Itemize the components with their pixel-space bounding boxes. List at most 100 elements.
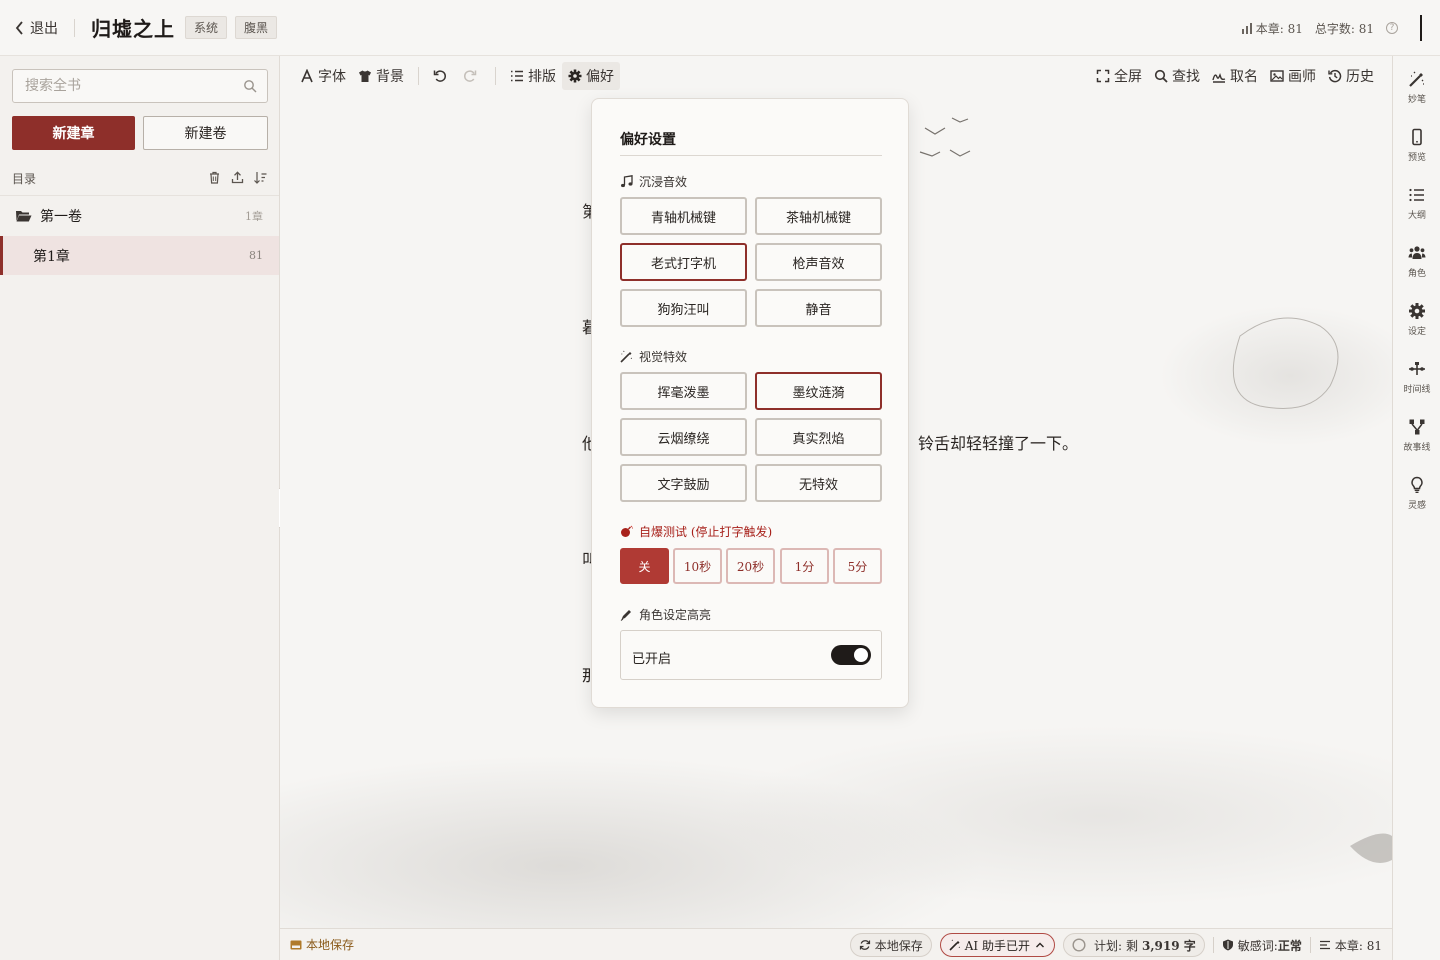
popover-title: 偏好设置 <box>620 132 676 148</box>
toc-header: 目录 <box>12 170 268 188</box>
painter-button[interactable]: 画师 <box>1264 62 1322 90</box>
visual-option[interactable]: 挥毫泼墨 <box>620 372 747 410</box>
shield-icon <box>1222 939 1233 951</box>
chapter-item[interactable]: 第1章 81 <box>0 236 279 275</box>
highlight-status: 已开启 <box>632 652 672 667</box>
rail-item-characters[interactable]: 角色 <box>1393 234 1440 284</box>
sensitive-word-status[interactable]: 敏感词: 正常 <box>1212 937 1302 953</box>
magic-wand-icon <box>620 350 633 363</box>
fullscreen-button[interactable]: 全屏 <box>1090 62 1148 90</box>
naming-button[interactable]: 取名 <box>1206 62 1264 90</box>
search-icon <box>1154 69 1168 83</box>
pen-icon <box>620 610 631 621</box>
find-button[interactable]: 查找 <box>1148 62 1206 90</box>
book-tag[interactable]: 腹黑 <box>235 16 278 39</box>
self-destruct-option[interactable]: 1分 <box>780 548 829 584</box>
status-bar: 本地保存 本地保存 AI 助手已开 计划: 剩 3,919 字 敏感词: 正常 … <box>280 928 1392 960</box>
storage-icon <box>290 940 302 949</box>
book-title: 归墟之上 <box>91 17 175 41</box>
rail-item-timeline[interactable]: 时间线 <box>1393 350 1440 400</box>
phone-icon <box>1412 128 1422 146</box>
right-tool-rail: 妙笔 预览 大纲 角色 设定 时间线 故事线 灵感 <box>1392 56 1440 960</box>
self-destruct-option[interactable]: 5分 <box>833 548 882 584</box>
local-save-button[interactable]: 本地保存 <box>849 933 932 957</box>
rail-item-preview[interactable]: 预览 <box>1393 118 1440 168</box>
search-input[interactable] <box>13 70 223 102</box>
volume-item[interactable]: 第一卷 1章 <box>0 198 279 234</box>
magic-wand-icon <box>1409 71 1424 87</box>
highlight-toggle-switch[interactable] <box>831 645 871 665</box>
exit-label: 退出 <box>30 20 58 37</box>
redo-button[interactable] <box>457 62 487 90</box>
chapter-word-count: 本章: 81 <box>1309 937 1382 953</box>
rail-item-outline[interactable]: 大纲 <box>1393 176 1440 226</box>
volume-chapter-count: 1章 <box>245 210 263 223</box>
rail-item-storyline[interactable]: 故事线 <box>1393 408 1440 458</box>
list-icon <box>1409 188 1424 202</box>
text-lines-icon <box>1319 940 1330 950</box>
new-volume-button[interactable]: 新建卷 <box>143 116 268 150</box>
sound-option[interactable]: 静音 <box>755 289 882 327</box>
history-icon <box>1328 69 1342 83</box>
help-icon[interactable]: ? <box>1386 22 1398 34</box>
gear-icon <box>568 69 582 83</box>
volume-name: 第一卷 <box>40 209 82 225</box>
visual-option[interactable]: 真实烈焰 <box>755 418 882 456</box>
preferences-popover: 偏好设置 沉浸音效 青轴机械键 茶轴机械键 老式打字机 枪声音效 狗狗汪叫 静音… <box>591 98 909 708</box>
chapter-sidebar: 新建章 新建卷 目录 第一卷 1章 第1章 81 <box>0 56 280 960</box>
font-button[interactable]: 字体 <box>294 62 352 90</box>
search-icon[interactable] <box>243 79 257 93</box>
sound-option[interactable]: 枪声音效 <box>755 243 882 281</box>
visual-option-selected[interactable]: 墨纹涟漪 <box>755 372 882 410</box>
layout-button[interactable]: 排版 <box>504 62 562 90</box>
editor-text-line[interactable]: 铃舌却轻轻撞了一下。 <box>918 430 1078 454</box>
sound-option[interactable]: 青轴机械键 <box>620 197 747 235</box>
preferences-button[interactable]: 偏好 <box>562 62 620 90</box>
writing-plan[interactable]: 计划: 剩 3,919 字 <box>1062 933 1205 957</box>
sound-option-selected[interactable]: 老式打字机 <box>620 243 747 281</box>
rail-item-brush[interactable]: 妙笔 <box>1393 60 1440 110</box>
background-button[interactable]: 背景 <box>352 62 410 90</box>
magic-wand-icon <box>949 939 960 951</box>
sound-option[interactable]: 茶轴机械键 <box>755 197 882 235</box>
ai-assistant-toggle[interactable]: AI 助手已开 <box>939 933 1055 957</box>
trash-icon[interactable] <box>207 170 222 185</box>
users-icon <box>1408 246 1426 259</box>
sound-option[interactable]: 狗狗汪叫 <box>620 289 747 327</box>
new-chapter-button[interactable]: 新建章 <box>12 116 135 150</box>
visual-option[interactable]: 文字鼓励 <box>620 464 747 502</box>
undo-button[interactable] <box>427 62 457 90</box>
visual-option[interactable]: 无特效 <box>755 464 882 502</box>
search-box <box>12 69 268 103</box>
toc-label: 目录 <box>12 172 37 186</box>
lightbulb-icon <box>1411 476 1423 493</box>
self-destruct-option-selected[interactable]: 关 <box>620 548 669 584</box>
image-icon <box>1270 70 1284 82</box>
divider <box>495 67 496 85</box>
sort-icon[interactable] <box>253 170 268 185</box>
divider <box>620 155 882 156</box>
top-bar: 退出 归墟之上 系统 腹黑 本章: 81 总字数: 81 ? <box>0 0 1440 56</box>
book-tag[interactable]: 系统 <box>185 16 228 39</box>
branch-icon <box>1409 419 1425 435</box>
history-button[interactable]: 历史 <box>1322 62 1380 90</box>
chevron-up-icon <box>1035 942 1044 948</box>
sound-section-label: 沉浸音效 <box>620 173 687 190</box>
self-destruct-section-label: 自爆测试 (停止打字触发) <box>620 523 772 540</box>
fullscreen-icon <box>1096 69 1110 83</box>
self-destruct-option[interactable]: 10秒 <box>673 548 722 584</box>
timeline-icon <box>1409 362 1425 375</box>
chevron-left-icon <box>15 20 23 35</box>
total-word-count: 总字数: 81 <box>1314 21 1374 36</box>
rail-item-inspiration[interactable]: 灵感 <box>1393 466 1440 516</box>
progress-ring-icon <box>1072 938 1086 952</box>
exit-button[interactable]: 退出 <box>14 18 58 38</box>
divider <box>0 195 279 196</box>
redo-icon <box>463 70 477 82</box>
visual-option[interactable]: 云烟缭绕 <box>620 418 747 456</box>
chapter-word-count: 本章: 81 <box>1241 20 1303 37</box>
upload-icon[interactable] <box>230 170 245 185</box>
self-destruct-option[interactable]: 20秒 <box>726 548 775 584</box>
local-save-indicator[interactable]: 本地保存 <box>290 936 354 953</box>
rail-item-settings[interactable]: 设定 <box>1393 292 1440 342</box>
